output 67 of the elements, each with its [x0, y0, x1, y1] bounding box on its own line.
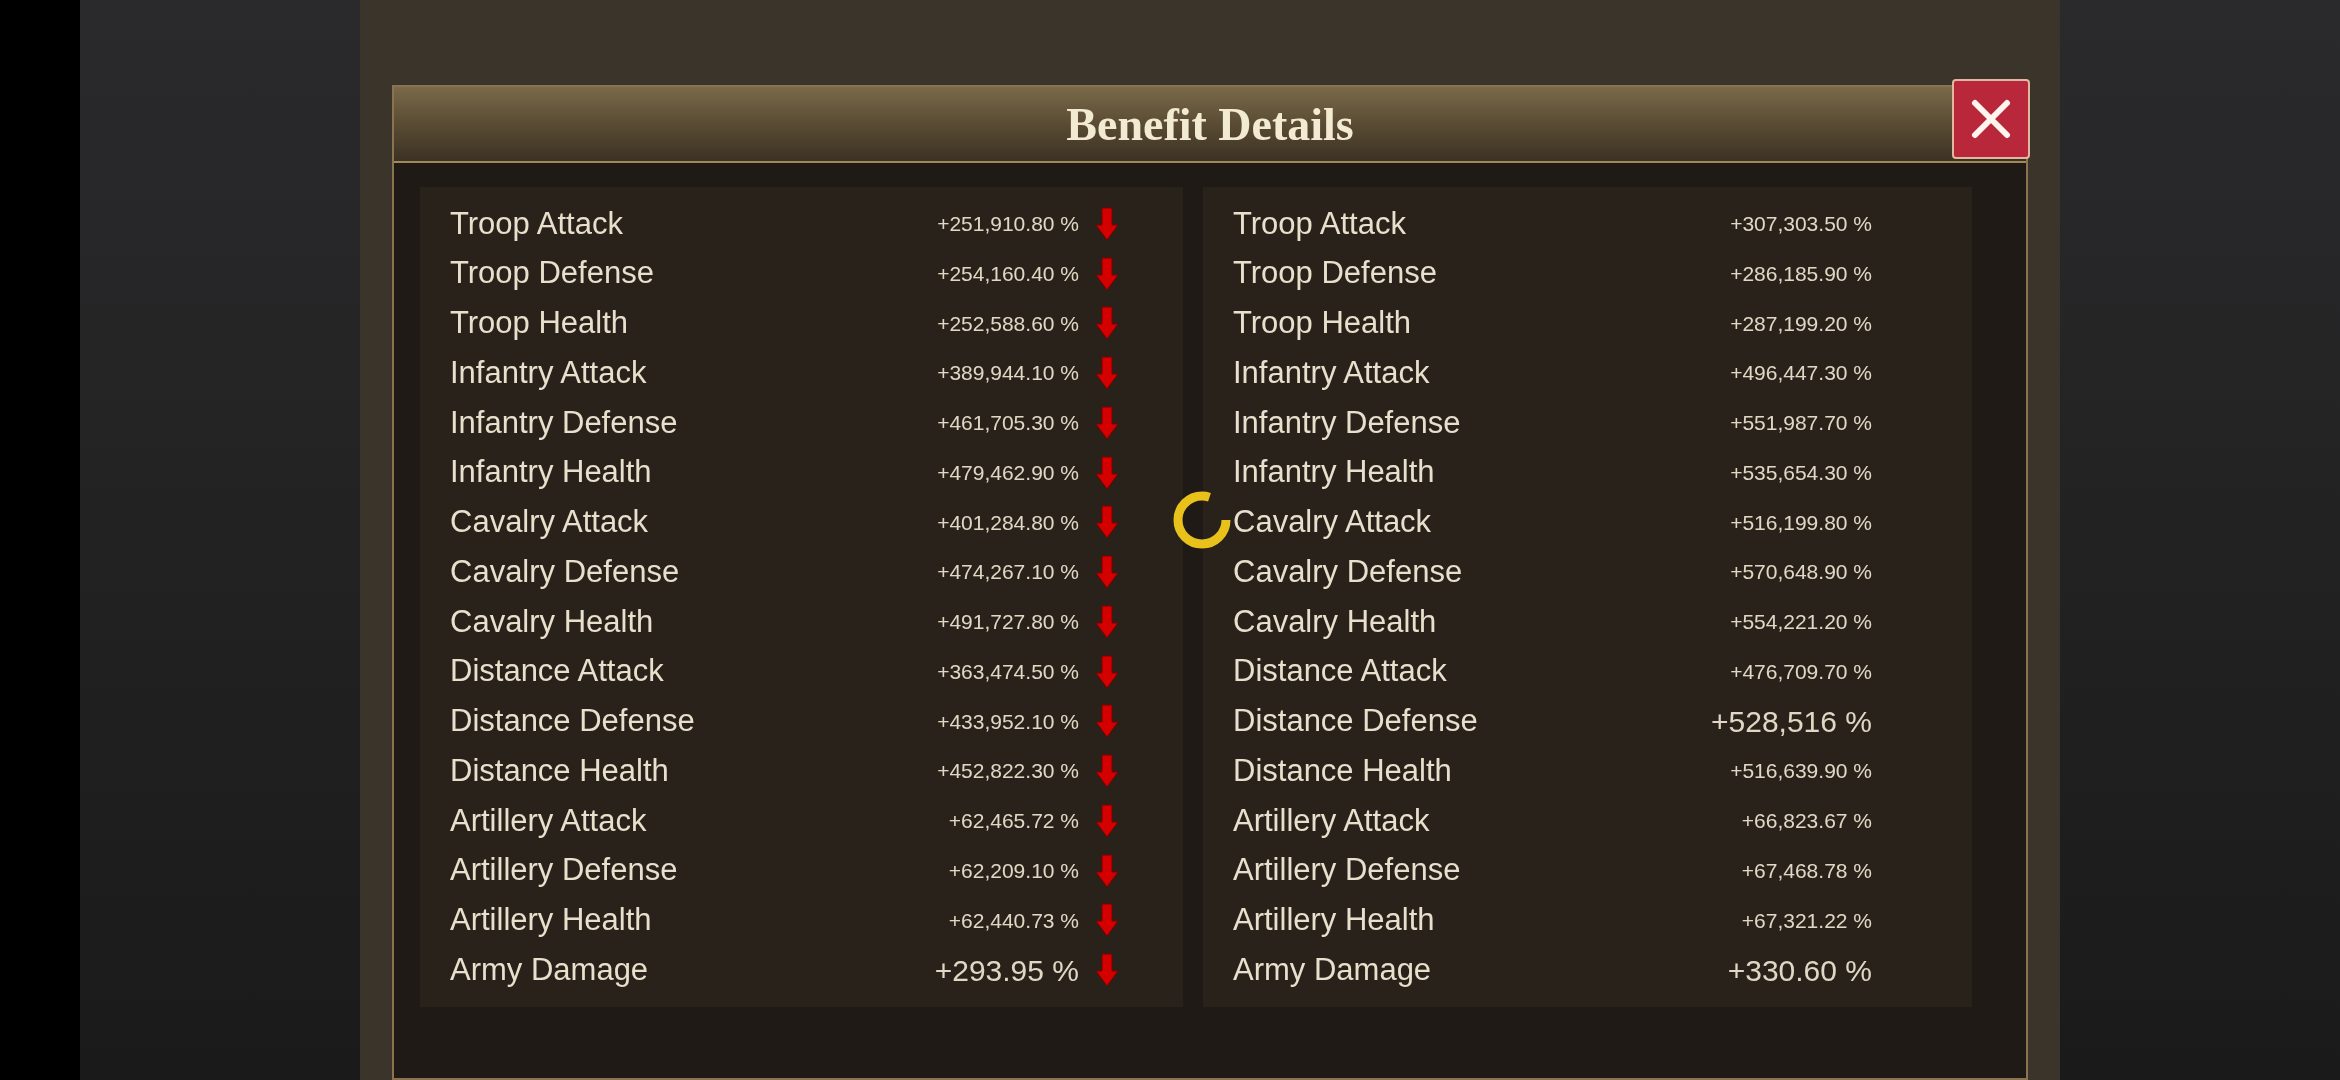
stat-label: Distance Defense [450, 702, 696, 741]
stat-value: +433,952.10 % [937, 708, 1079, 735]
stat-value: +251,910.80 % [937, 211, 1079, 238]
stat-value: +476,709.70 % [1730, 658, 1872, 685]
stat-value: +535,654.30 % [1730, 459, 1872, 486]
stat-label: Distance Health [1233, 751, 1453, 790]
stat-label: Army Damage [450, 950, 650, 989]
stat-value: +551,987.70 % [1730, 410, 1872, 437]
stat-label: Infantry Attack [450, 353, 648, 392]
stat-label: Cavalry Health [1233, 602, 1438, 641]
stat-value: +66,823.67 % [1741, 808, 1872, 835]
stat-value: +62,465.72 % [948, 808, 1079, 835]
stat-value: +330.60 % [1727, 952, 1872, 989]
stat-label: Cavalry Attack [1233, 503, 1433, 542]
stat-value: +452,822.30 % [937, 758, 1079, 785]
stat-label: Artillery Health [450, 901, 653, 940]
stat-value: +254,160.40 % [937, 260, 1079, 287]
stat-label: Troop Health [1233, 304, 1413, 343]
stat-value: +491,727.80 % [937, 609, 1079, 636]
stat-label: Infantry Health [450, 453, 653, 492]
stat-value: +554,221.20 % [1730, 609, 1872, 636]
stat-value: +479,462.90 % [937, 459, 1079, 486]
stat-label: Army Damage [1233, 950, 1433, 989]
stat-label: Cavalry Defense [1233, 552, 1464, 591]
stat-value: +516,639.90 % [1730, 758, 1872, 785]
close-icon [1969, 97, 2013, 141]
stat-value: +528,516 % [1711, 703, 1872, 740]
stat-label: Artillery Defense [1233, 851, 1462, 890]
stat-value: +401,284.80 % [937, 509, 1079, 536]
stat-label: Cavalry Attack [450, 503, 650, 542]
stat-label: Distance Attack [1233, 652, 1448, 691]
stat-label: Infantry Defense [450, 403, 679, 442]
stat-label: Troop Health [450, 304, 630, 343]
stat-value: +307,303.50 % [1730, 211, 1872, 238]
stat-value: +286,185.90 % [1730, 260, 1872, 287]
stat-value: +474,267.10 % [937, 559, 1079, 586]
stat-label: Artillery Defense [450, 851, 679, 890]
stat-label: Infantry Attack [1233, 353, 1431, 392]
stat-value: +62,440.73 % [948, 907, 1079, 934]
stat-value: +496,447.30 % [1730, 360, 1872, 387]
stat-value: +389,944.10 % [937, 360, 1079, 387]
stat-value: +62,209.10 % [948, 857, 1079, 884]
stat-label: Cavalry Health [450, 602, 655, 641]
stat-label: Troop Defense [1233, 254, 1438, 293]
stat-label: Artillery Attack [1233, 801, 1431, 840]
stat-label: Artillery Health [1233, 901, 1436, 940]
close-button[interactable] [1952, 79, 2030, 159]
stat-value: +363,474.50 % [937, 658, 1079, 685]
dialog-title: Benefit Details [1066, 97, 1354, 152]
stat-value: +67,468.78 % [1741, 857, 1872, 884]
stat-value: +287,199.20 % [1730, 310, 1872, 337]
stat-label: Infantry Defense [1233, 403, 1462, 442]
stat-label: Distance Defense [1233, 702, 1479, 741]
stat-label: Cavalry Defense [450, 552, 681, 591]
stat-value: +461,705.30 % [937, 410, 1079, 437]
stat-label: Infantry Health [1233, 453, 1436, 492]
stat-label: Troop Attack [450, 204, 624, 243]
stat-value: +516,199.80 % [1730, 509, 1872, 536]
stat-label: Distance Health [450, 751, 670, 790]
stat-label: Troop Attack [1233, 204, 1407, 243]
stat-value: +252,588.60 % [937, 310, 1079, 337]
stat-value: +570,648.90 % [1730, 559, 1872, 586]
stat-value: +293.95 % [934, 952, 1079, 989]
stat-label: Troop Defense [450, 254, 655, 293]
stat-label: Distance Attack [450, 652, 665, 691]
stat-value: +67,321.22 % [1741, 907, 1872, 934]
stat-label: Artillery Attack [450, 801, 648, 840]
